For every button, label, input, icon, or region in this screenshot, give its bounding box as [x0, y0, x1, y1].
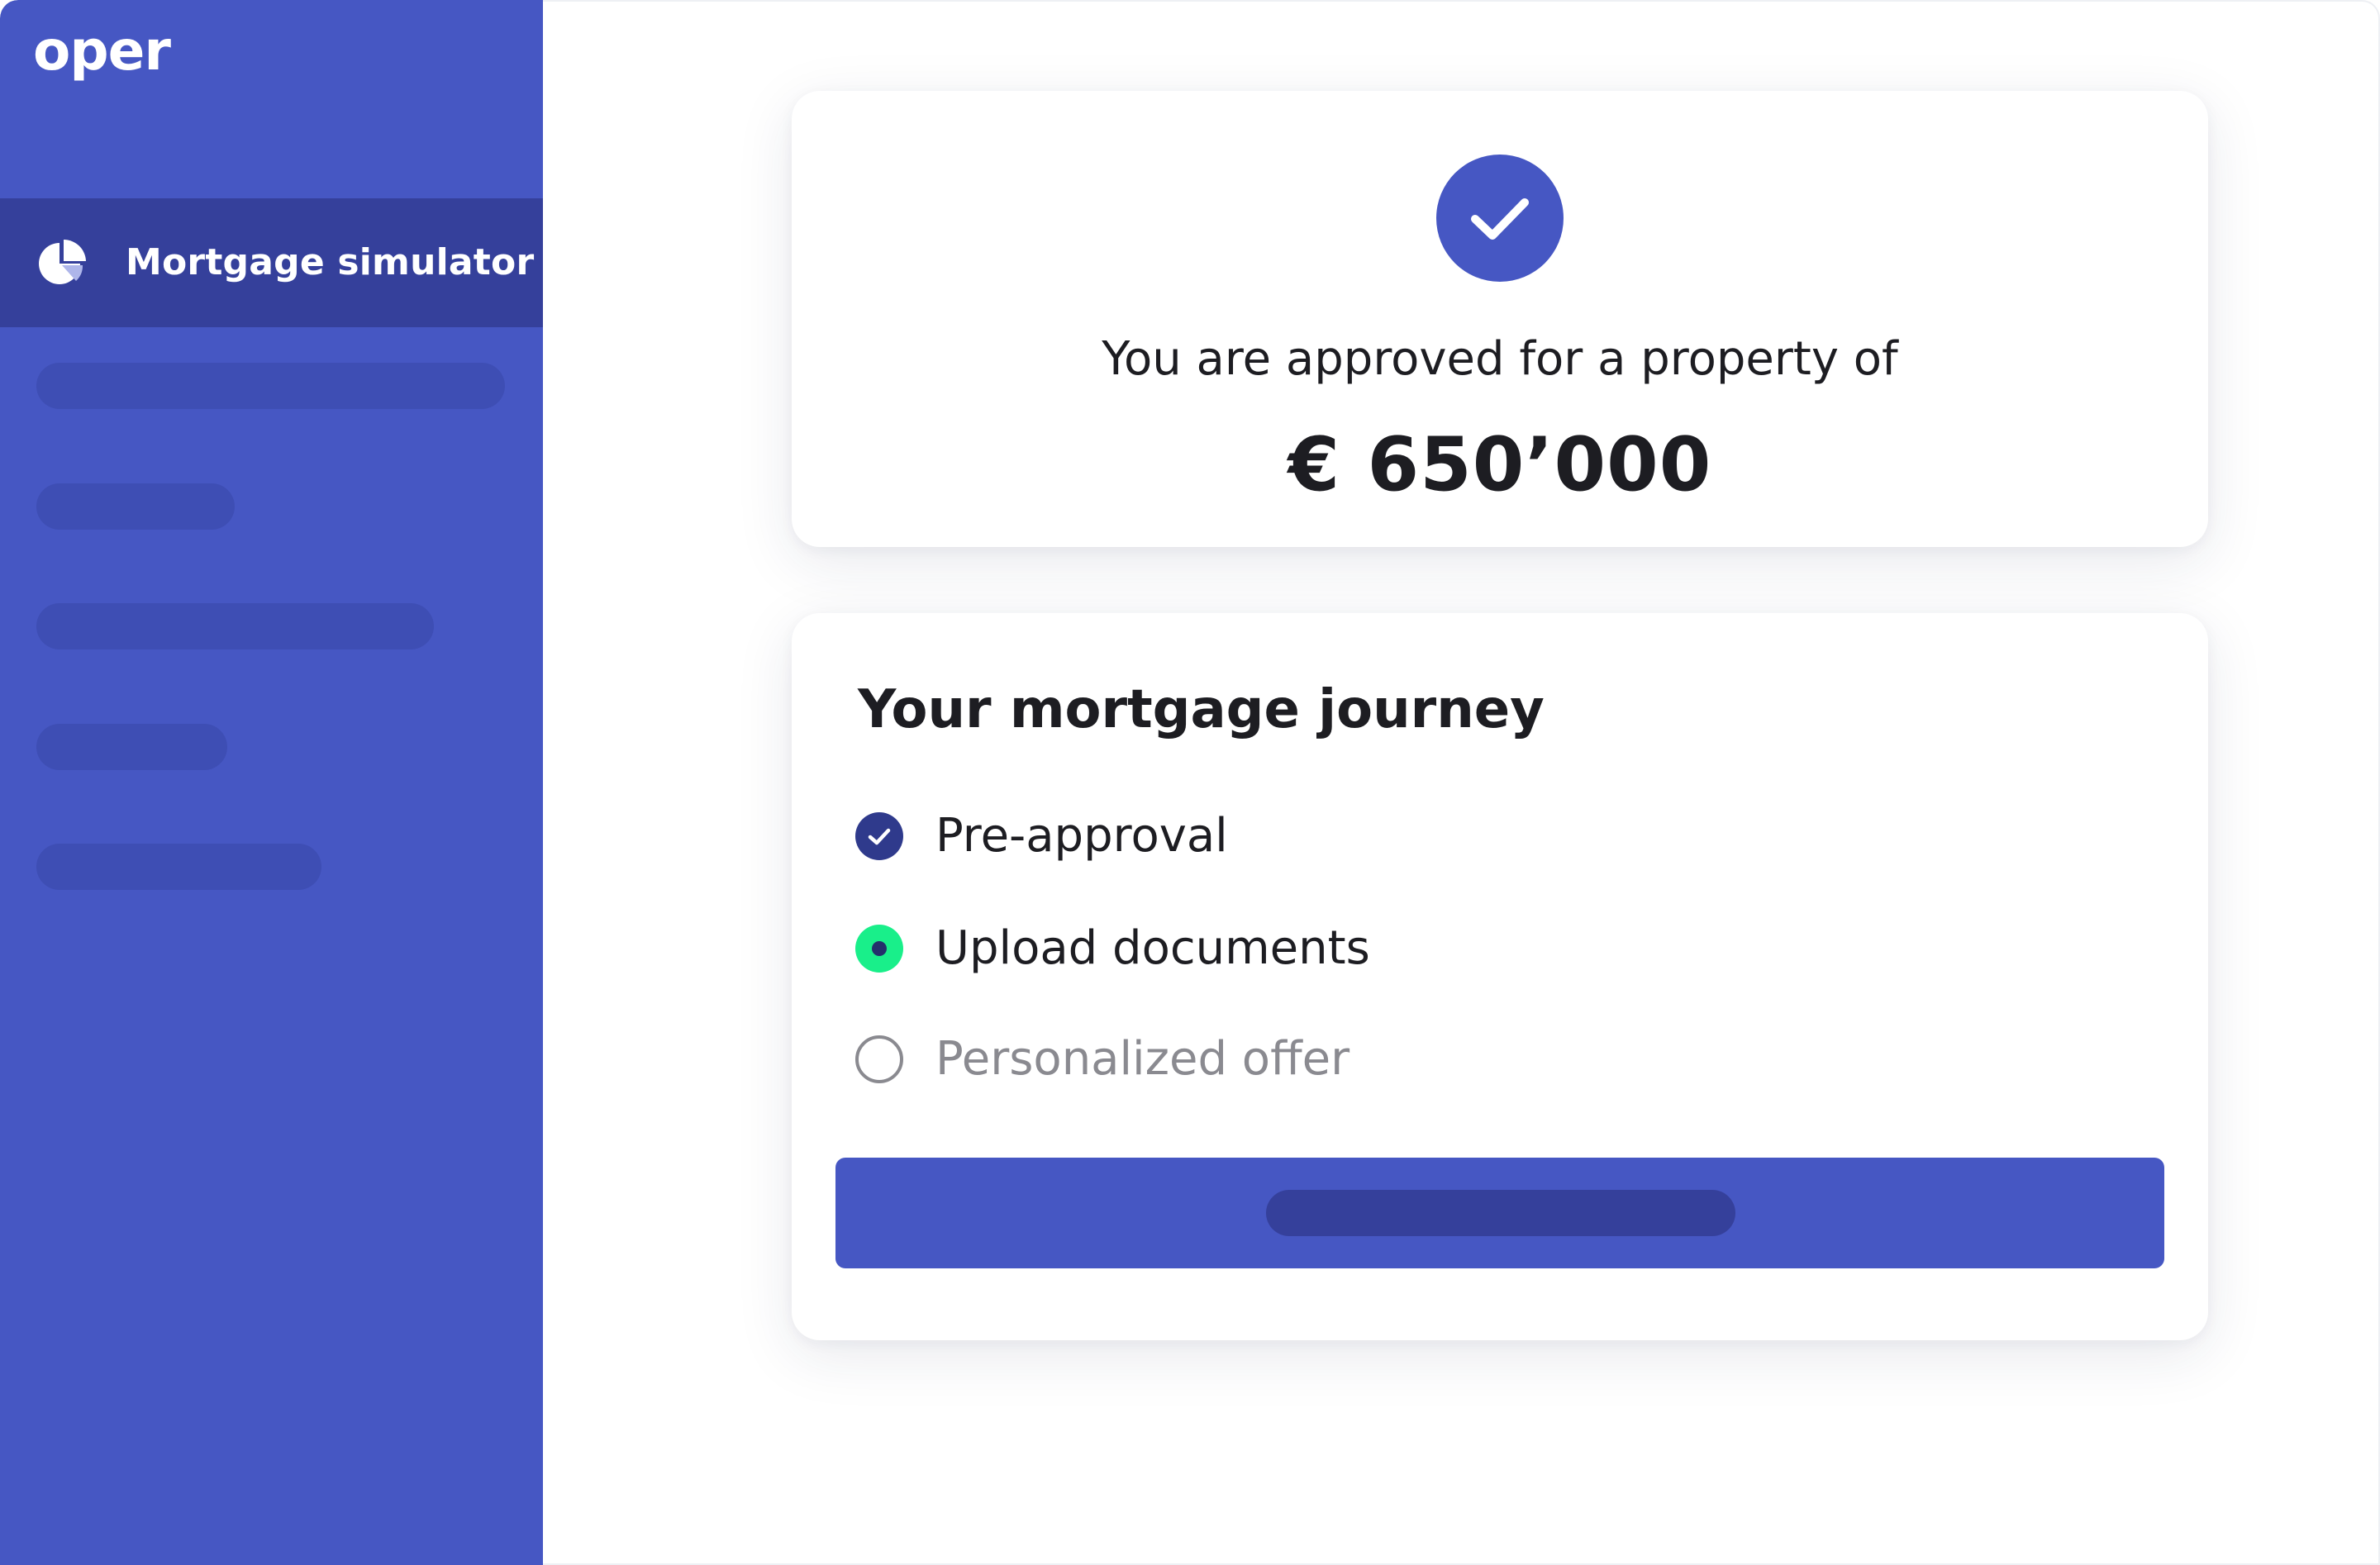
empty-circle-icon — [854, 1035, 904, 1084]
step-label: Personalized offer — [935, 1032, 1350, 1086]
sidebar-item-placeholder[interactable] — [36, 844, 321, 890]
button-label-placeholder — [1266, 1190, 1735, 1236]
journey-title: Your mortgage journey — [858, 679, 1545, 740]
svg-text:oper: oper — [33, 19, 171, 83]
step-label: Upload documents — [935, 921, 1370, 975]
oper-logo[interactable]: oper — [33, 17, 190, 91]
check-icon — [1436, 155, 1564, 282]
approval-card: You are approved for a property of € 650… — [792, 91, 2208, 547]
approved-amount: € 650’000 — [1288, 421, 1712, 508]
approval-message: You are approved for a property of — [1102, 332, 1898, 386]
app-window: oper Mortgage simulator You are approved… — [0, 0, 2380, 1565]
sidebar-item-placeholder[interactable] — [36, 603, 434, 649]
sidebar-item-mortgage-simulator[interactable]: Mortgage simulator — [0, 198, 543, 327]
oper-logo-mark: oper — [33, 19, 172, 83]
step-label: Pre-approval — [935, 809, 1228, 863]
sidebar-item-placeholder[interactable] — [36, 363, 505, 409]
sidebar-item-placeholder[interactable] — [36, 724, 227, 770]
sidebar-item-placeholder[interactable] — [36, 483, 235, 530]
pie-chart-icon — [36, 238, 88, 289]
check-circle-icon — [854, 811, 904, 861]
sidebar: oper Mortgage simulator — [0, 0, 543, 1565]
current-step-icon — [854, 924, 904, 973]
journey-continue-button[interactable] — [835, 1158, 2164, 1268]
sidebar-item-label: Mortgage simulator — [126, 241, 535, 283]
